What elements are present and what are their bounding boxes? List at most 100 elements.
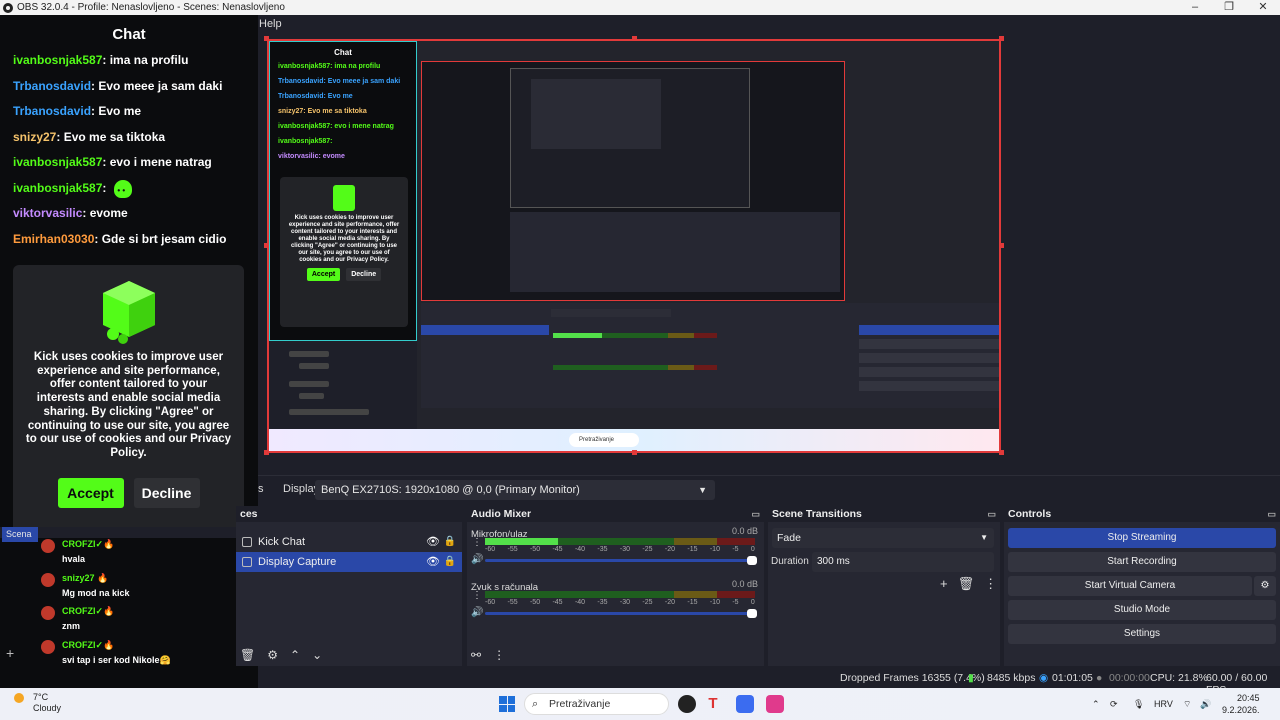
- mic-icon[interactable]: 🎙: [1133, 699, 1144, 710]
- scene-transitions-header: Scene Transitions: [772, 508, 862, 520]
- taskbar-search[interactable]: ⌕ Pretraživanje: [524, 693, 669, 715]
- resize-handle[interactable]: [999, 450, 1004, 455]
- mini-chat-capture: Chat ivanbosnjak587: ima na profilu Trba…: [269, 41, 417, 341]
- trash-icon[interactable]: 🗑: [240, 648, 255, 662]
- stop-streaming-button[interactable]: Stop Streaming: [1008, 528, 1276, 548]
- meter-scale: -60 -55 -50 -45 -40 -35 -30 -25 -20 -15 -10 -5 0: [485, 599, 755, 606]
- resize-handle[interactable]: [264, 450, 269, 455]
- preview-area[interactable]: Chat ivanbosnjak587: ima na profilu Trba…: [258, 33, 1280, 471]
- meter-tick-label: -40: [574, 546, 586, 553]
- source-item[interactable]: Display Capture 👁 🔒: [236, 552, 462, 572]
- sync-icon[interactable]: ⟳: [1110, 699, 1118, 710]
- kebab-menu-icon[interactable]: ⋮: [493, 648, 505, 662]
- lock-icon[interactable]: 🔒: [444, 552, 456, 572]
- menu-help[interactable]: Help: [259, 18, 282, 30]
- kebab-menu-icon[interactable]: ⋮: [984, 576, 997, 592]
- clock[interactable]: 20:45 9.2.2026.: [1222, 692, 1260, 716]
- resize-handle[interactable]: [632, 36, 637, 41]
- source-type-icon: [242, 557, 252, 567]
- weather-widget[interactable]: 7°C Cloudy: [33, 692, 61, 714]
- mini-screen-capture: [421, 61, 845, 301]
- display-bar: s Display BenQ EX2710S: 1920x1080 @ 0,0 …: [258, 475, 1280, 502]
- meter-tick-label: -60: [485, 599, 496, 606]
- mini-taskbar: Pretraživanje: [269, 429, 999, 451]
- meter-tick-label: 0: [750, 599, 755, 606]
- popout-icon[interactable]: ▭: [987, 506, 996, 522]
- chat-username[interactable]: ivanbosnjak587: [13, 181, 102, 195]
- resize-handle[interactable]: [999, 243, 1004, 248]
- scenes-tab-fragment[interactable]: s: [258, 483, 264, 495]
- text-editor-app-icon[interactable]: T: [704, 695, 722, 713]
- chat-message: ivanbosnjak587:: [0, 179, 258, 206]
- gear-icon[interactable]: ⚙: [267, 648, 278, 662]
- start-recording-button[interactable]: Start Recording: [1008, 552, 1276, 572]
- kebab-menu-icon[interactable]: ⋮: [472, 537, 482, 548]
- studio-mode-button[interactable]: Studio Mode: [1008, 600, 1276, 620]
- close-icon[interactable]: ✕: [1246, 0, 1280, 15]
- wifi-icon[interactable]: ⌔: [1183, 699, 1191, 710]
- meter-tick-label: 0: [750, 546, 755, 553]
- tiktok-app-icon[interactable]: [766, 695, 784, 713]
- volume-icon[interactable]: 🔊: [1200, 699, 1211, 710]
- feed-username[interactable]: CROFZI✓🔥: [62, 539, 114, 550]
- minimize-icon[interactable]: –: [1178, 0, 1212, 15]
- start-icon[interactable]: [499, 696, 515, 712]
- mini-chat-line: Trbanosdavid: Evo me: [278, 93, 353, 100]
- mini-chat-line: ivanbosnjak587: evo i mene natrag: [278, 123, 394, 130]
- arrow-down-icon[interactable]: ⌄: [312, 648, 322, 662]
- feed-username[interactable]: CROFZI✓🔥: [62, 606, 114, 617]
- resize-handle[interactable]: [632, 450, 637, 455]
- maximize-icon[interactable]: ❐: [1212, 0, 1246, 15]
- chat-username[interactable]: ivanbosnjak587: [13, 53, 102, 67]
- chat-username[interactable]: Trbanosdavid: [13, 104, 91, 118]
- speaker-icon[interactable]: 🔊: [471, 554, 483, 565]
- resize-handle[interactable]: [264, 243, 269, 248]
- resize-handle[interactable]: [264, 36, 269, 41]
- arrow-up-icon[interactable]: ⌃: [290, 648, 300, 662]
- volume-slider[interactable]: [485, 609, 757, 618]
- lock-icon[interactable]: 🔒: [444, 532, 456, 552]
- transition-select[interactable]: Fade ▼: [772, 528, 994, 548]
- meter-tick-label: -25: [642, 599, 653, 606]
- chat-username[interactable]: Emirhan03030: [13, 232, 94, 246]
- feed-username[interactable]: snizy27 🔥: [62, 573, 108, 584]
- chat-username[interactable]: Trbanosdavid: [13, 79, 91, 93]
- accept-button[interactable]: Accept: [57, 477, 124, 508]
- chevron-up-icon[interactable]: ⌃: [1092, 699, 1100, 710]
- audio-mixer-header: Audio Mixer: [471, 508, 532, 520]
- eye-icon[interactable]: 👁: [426, 532, 440, 552]
- add-transition-icon[interactable]: +: [940, 576, 948, 592]
- duration-input[interactable]: 300 ms: [812, 552, 994, 572]
- eye-icon[interactable]: 👁: [426, 552, 440, 572]
- sources-header: ces: [236, 506, 462, 522]
- feed-username[interactable]: CROFZI✓🔥: [62, 640, 114, 651]
- slider-knob[interactable]: [747, 556, 757, 565]
- speaker-icon[interactable]: 🔊: [471, 607, 483, 618]
- volume-slider[interactable]: [485, 556, 757, 565]
- meter-tick-label: -10: [709, 599, 720, 606]
- start-virtual-camera-button[interactable]: Start Virtual Camera: [1008, 576, 1252, 596]
- link-icon[interactable]: ⚯: [471, 648, 481, 662]
- preview-canvas[interactable]: Chat ivanbosnjak587: ima na profilu Trba…: [267, 39, 1001, 453]
- decline-button[interactable]: Decline: [133, 477, 200, 508]
- trash-icon[interactable]: 🗑: [958, 576, 975, 592]
- chat-username[interactable]: snizy27: [13, 130, 56, 144]
- popout-icon[interactable]: ▭: [751, 506, 760, 522]
- meter-tick-label: -45: [552, 546, 563, 553]
- source-item[interactable]: Kick Chat 👁 🔒: [236, 532, 462, 552]
- weather-text: Cloudy: [33, 703, 62, 713]
- settings-button[interactable]: Settings: [1008, 624, 1276, 644]
- chat-username[interactable]: ivanbosnjak587: [13, 155, 102, 169]
- popout-icon[interactable]: ▭: [1267, 506, 1276, 522]
- app-icon[interactable]: [736, 695, 754, 713]
- kebab-menu-icon[interactable]: ⋮: [472, 590, 482, 601]
- add-scene-icon[interactable]: +: [6, 645, 14, 661]
- resize-handle[interactable]: [999, 36, 1004, 41]
- slider-knob[interactable]: [747, 609, 757, 618]
- display-select[interactable]: BenQ EX2710S: 1920x1080 @ 0,0 (Primary M…: [315, 480, 715, 500]
- language-indicator[interactable]: HRV: [1154, 699, 1173, 709]
- obs-app-icon[interactable]: [678, 695, 696, 713]
- meter-tick-label: -35: [597, 546, 608, 553]
- chat-username[interactable]: viktorvasilic: [13, 206, 82, 220]
- virtual-camera-settings-icon[interactable]: ⚙: [1254, 576, 1276, 596]
